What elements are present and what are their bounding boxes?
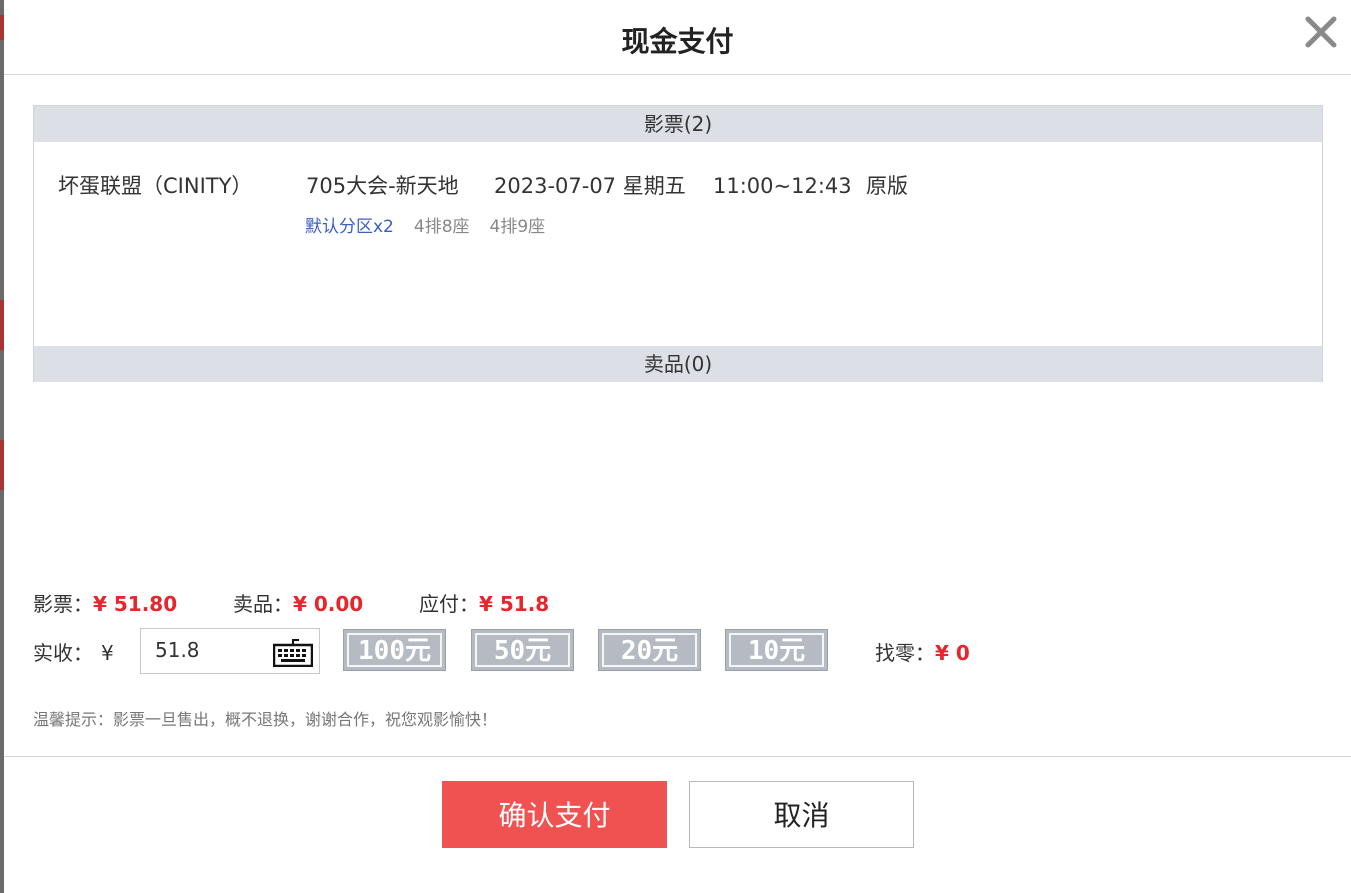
cash-received-row: 实收： ¥ 100元 50元 20元 10元 找零：¥ 0 [33, 628, 1333, 674]
dialog-title: 现金支付 [621, 25, 734, 58]
hall-name: 705大会-新天地 [306, 174, 459, 198]
ticket-info-row: 坏蛋联盟（CINITY） 705大会-新天地 2023-07-07 星期五 11:00… [58, 170, 908, 200]
tickets-section-header: 影票(2) [34, 106, 1322, 142]
order-detail-panel: 影票(2) 坏蛋联盟（CINITY） 705大会-新天地 2023-07-07 星期… [33, 105, 1323, 382]
quick-cash-label: 20元 [602, 633, 697, 667]
confirm-payment-button[interactable]: 确认支付 [442, 781, 667, 848]
received-label-group: 实收： ¥ [33, 637, 114, 666]
ticket-list: 坏蛋联盟（CINITY） 705大会-新天地 2023-07-07 星期五 11:00… [34, 142, 1322, 346]
quick-cash-label: 50元 [475, 633, 570, 667]
ticket-total-amount: ¥ 51.80 [93, 592, 178, 616]
film-version: 原版 [866, 174, 908, 198]
goods-total-amount: ¥ 0.00 [293, 592, 364, 616]
cash-payment-dialog: 现金支付 影票(2) 坏蛋联盟（CINITY） 705大会-新天地 2023-07-… [4, 0, 1351, 893]
movie-name: 坏蛋联盟（CINITY） [58, 174, 253, 198]
seat-item: 4排9座 [489, 217, 546, 237]
ticket-total-label: 影票： [33, 592, 93, 616]
goods-total-label: 卖品： [233, 592, 293, 616]
seat-info-row: 默认分区x2 4排8座 4排9座 [305, 212, 565, 237]
quick-cash-10-button[interactable]: 10元 [725, 629, 828, 671]
received-amount-input[interactable] [155, 637, 265, 663]
footer-divider [4, 756, 1351, 757]
seat-item: 4排8座 [413, 217, 470, 237]
warm-tip: 温馨提示：影票一旦售出，概不退换，谢谢合作，祝您观影愉快！ [33, 710, 498, 729]
quick-cash-20-button[interactable]: 20元 [598, 629, 701, 671]
payment-summary: 影票：¥ 51.80 卖品：¥ 0.00 应付：¥ 51.8 [33, 588, 549, 617]
show-time: 11:00~12:43 [713, 174, 852, 198]
received-amount-field[interactable] [140, 628, 320, 674]
seat-zone: 默认分区x2 [305, 217, 394, 237]
received-label: 实收： [33, 641, 93, 665]
change-group: 找零：¥ 0 [875, 637, 970, 666]
close-button[interactable] [1303, 14, 1339, 50]
goods-section-header: 卖品(0) [34, 346, 1322, 382]
amount-due-label: 应付： [419, 592, 479, 616]
change-amount: ¥ 0 [935, 641, 970, 665]
quick-cash-100-button[interactable]: 100元 [343, 629, 446, 671]
currency-symbol: ¥ [101, 641, 114, 665]
quick-cash-label: 10元 [729, 633, 824, 667]
close-icon [1305, 16, 1337, 48]
cancel-button[interactable]: 取消 [689, 781, 914, 848]
amount-due-value: ¥ 51.8 [479, 592, 550, 616]
change-label: 找零： [875, 641, 935, 665]
dialog-header: 现金支付 [4, 0, 1351, 75]
quick-cash-50-button[interactable]: 50元 [471, 629, 574, 671]
show-date: 2023-07-07 星期五 [494, 174, 686, 198]
keyboard-icon[interactable] [273, 637, 313, 667]
quick-cash-label: 100元 [347, 633, 442, 667]
